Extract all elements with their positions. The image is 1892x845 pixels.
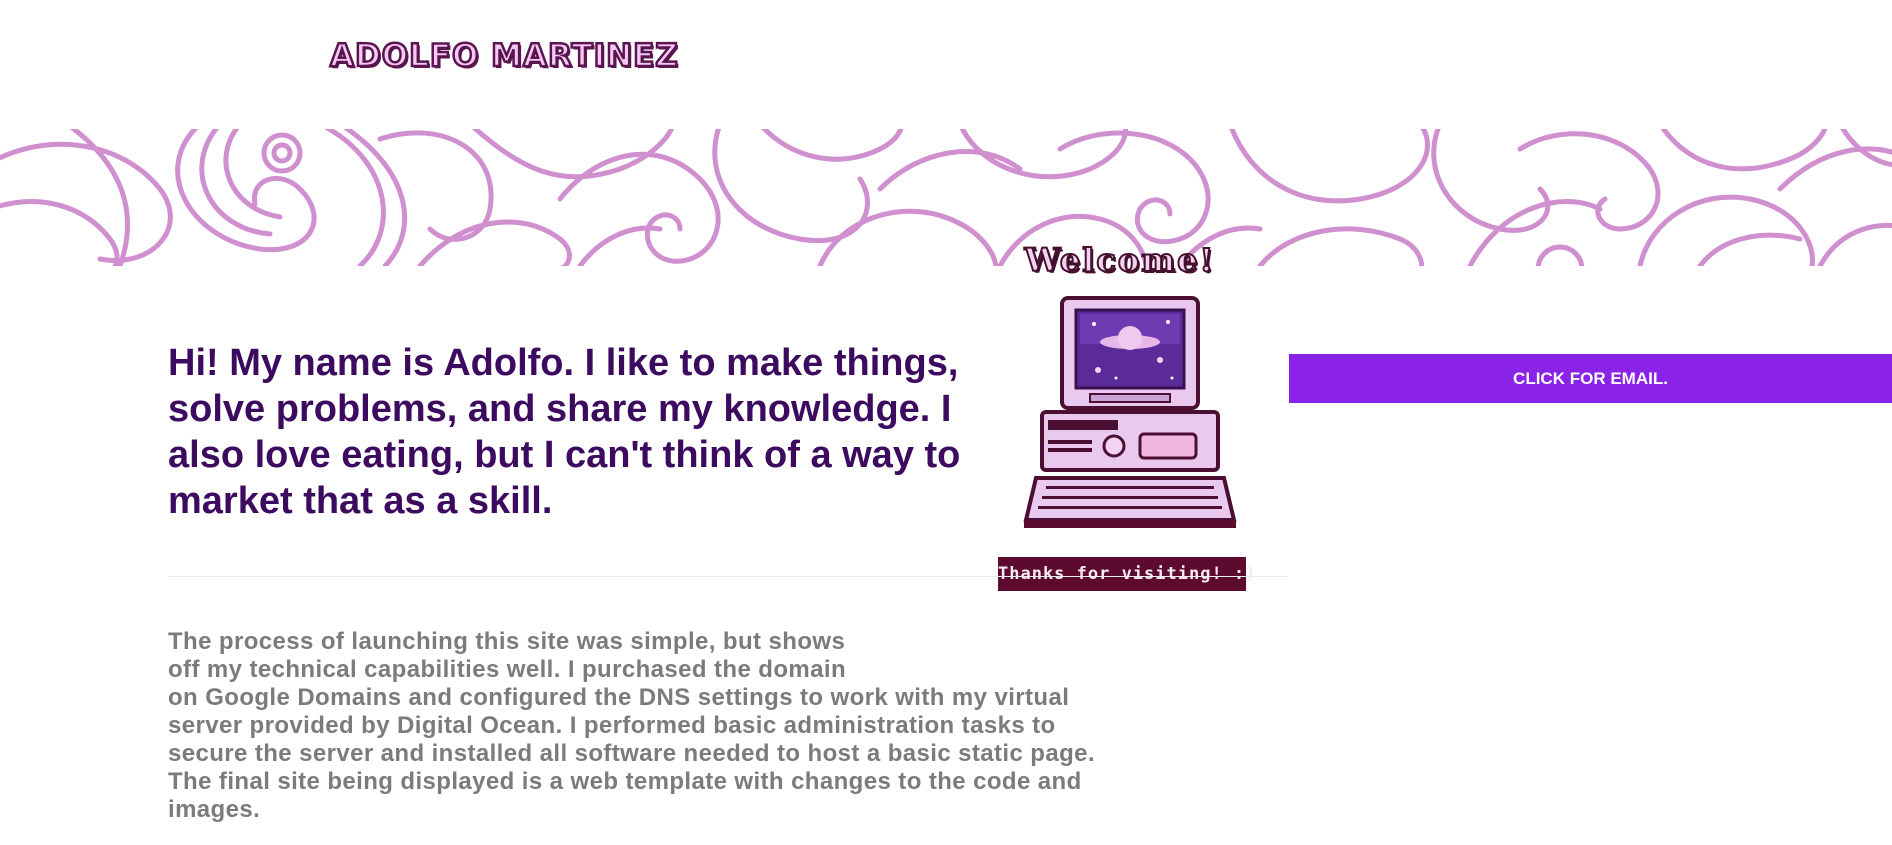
thanks-badge: Thanks for visiting! :) xyxy=(998,557,1255,591)
about-line: off my technical capabilities well. I pu… xyxy=(168,656,847,683)
about-line: server provided by Digital Ocean. I perf… xyxy=(168,712,1056,739)
email-button[interactable]: CLICK FOR EMAIL. xyxy=(1289,354,1892,403)
about-line: secure the server and installed all soft… xyxy=(168,740,1095,767)
site-logo[interactable]: ADOLFO MARTINEZ xyxy=(329,37,679,76)
intro-text: Hi! My name is Adolfo. I like to make th… xyxy=(168,342,961,522)
banner-swirl-pattern xyxy=(0,129,1892,266)
about-line: The process of launching this site was s… xyxy=(168,628,846,655)
retro-computer-icon xyxy=(1020,294,1240,530)
section-divider xyxy=(168,576,1288,577)
site-header: ADOLFO MARTINEZ xyxy=(0,0,1892,129)
about-line: images. xyxy=(168,796,261,823)
about-line: on Google Domains and configured the DNS… xyxy=(168,684,1070,711)
welcome-badge: Welcome! xyxy=(1024,240,1216,280)
about-text: The process of launching this site was s… xyxy=(168,628,1288,824)
about-line: The final site being displayed is a web … xyxy=(168,768,1082,795)
swirl-pattern-icon xyxy=(0,129,1892,266)
